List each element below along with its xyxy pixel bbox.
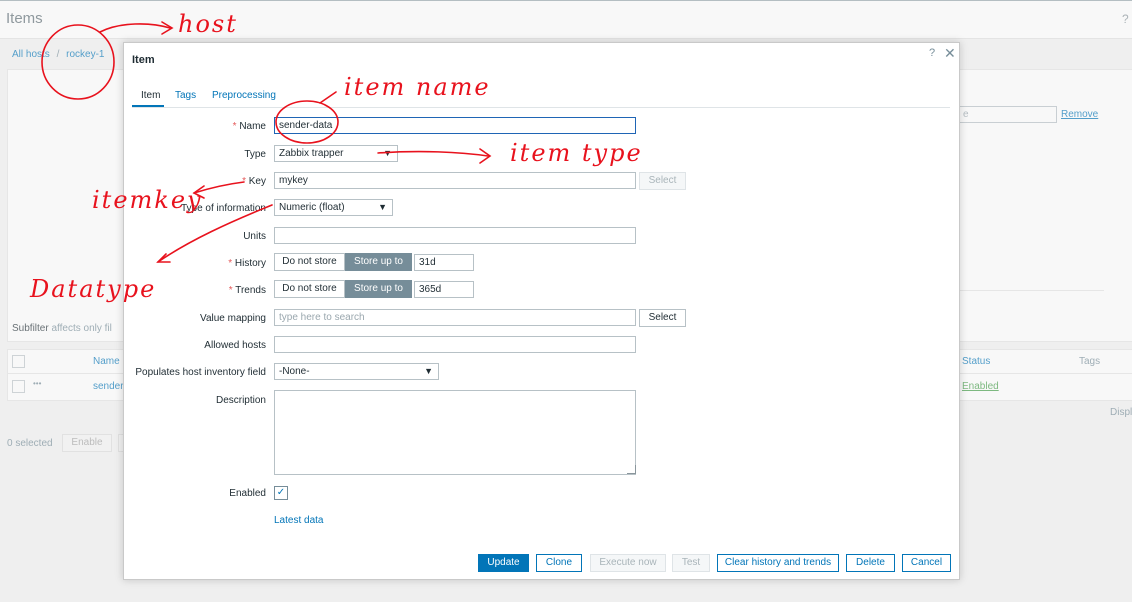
annotation-item-key: itemkey — [92, 186, 203, 214]
annotation-data-type: Datatype — [30, 275, 157, 303]
item-name-circle — [275, 100, 339, 144]
annotation-strokes — [41, 21, 492, 263]
host-arrow — [99, 23, 171, 33]
annotation-item-type: item type — [510, 139, 643, 167]
host-circle — [41, 24, 115, 100]
host-arrowhead — [161, 21, 174, 35]
annotation-item-name: item name — [344, 73, 491, 101]
item-type-arrow — [377, 150, 489, 157]
item-name-arrow — [319, 91, 337, 104]
annotation-layer — [41, 21, 492, 263]
annotation-host: host — [178, 10, 238, 38]
